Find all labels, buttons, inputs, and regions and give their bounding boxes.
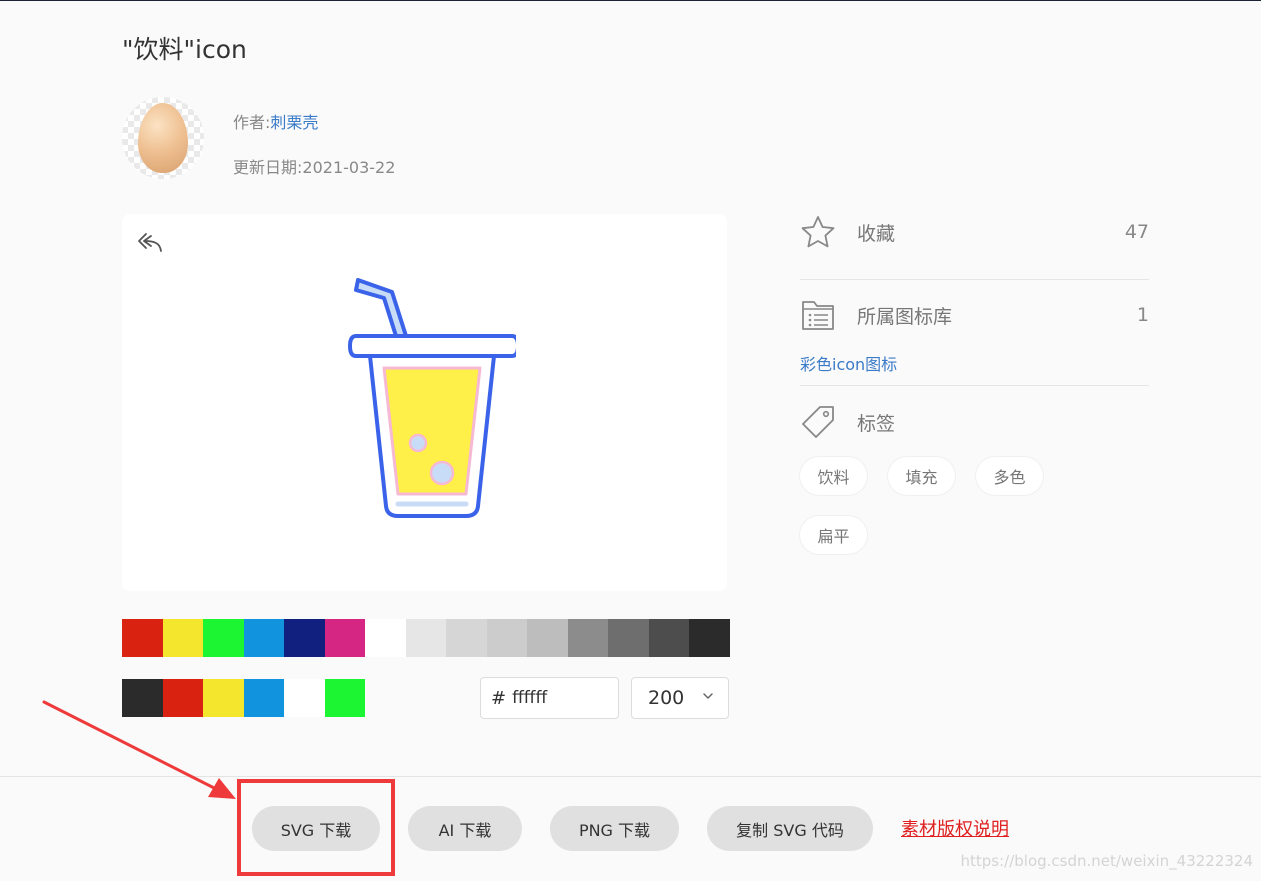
color-swatch[interactable] <box>405 619 446 657</box>
ai-download-button[interactable]: AI 下载 <box>408 806 522 851</box>
update-date: 2021-03-22 <box>302 158 396 177</box>
copy-svg-code-button[interactable]: 复制 SVG 代码 <box>707 806 873 851</box>
tags-row: 标签 <box>800 402 1149 442</box>
color-swatch[interactable] <box>162 619 203 657</box>
hex-color-input[interactable]: # <box>480 677 619 719</box>
favorite-count: 47 <box>1124 221 1149 243</box>
star-icon <box>801 216 835 248</box>
egg-avatar-image <box>138 103 188 173</box>
color-swatch[interactable] <box>486 619 527 657</box>
watermark: https://blog.csdn.net/weixin_43222324 <box>960 852 1253 870</box>
copyright-link[interactable]: 素材版权说明 <box>901 815 1009 841</box>
tag-chip[interactable]: 饮料 <box>800 457 867 495</box>
color-swatch[interactable] <box>284 619 325 657</box>
color-swatch[interactable] <box>324 679 365 717</box>
hex-color-field[interactable] <box>512 688 613 708</box>
tag-chip[interactable]: 填充 <box>888 457 955 495</box>
color-swatch[interactable] <box>446 619 487 657</box>
tag-chip[interactable]: 多色 <box>976 457 1043 495</box>
sidebar-divider-2 <box>800 385 1149 386</box>
library-row: 所属图标库 1 <box>800 295 1149 335</box>
color-swatch[interactable] <box>689 619 730 657</box>
color-swatch[interactable] <box>365 619 406 657</box>
color-swatch[interactable] <box>122 619 163 657</box>
color-swatch[interactable] <box>527 619 568 657</box>
color-swatch[interactable] <box>567 619 608 657</box>
icon-preview-panel <box>122 214 727 591</box>
page-title: "饮料"icon <box>122 35 247 64</box>
update-date-line: 更新日期:2021-03-22 <box>233 154 395 178</box>
color-swatch[interactable] <box>284 679 325 717</box>
sidebar-divider-1 <box>800 279 1149 280</box>
tag-chip[interactable]: 扁平 <box>800 516 867 554</box>
drink-icon <box>348 278 516 518</box>
color-swatch[interactable] <box>203 619 244 657</box>
favorite-row[interactable]: 收藏 47 <box>800 212 1149 252</box>
size-select[interactable]: 200 <box>631 677 729 719</box>
annotation-arrow-icon <box>42 700 236 799</box>
author-label: 作者: <box>233 113 271 132</box>
favorite-label: 收藏 <box>857 222 896 245</box>
color-swatch[interactable] <box>324 619 365 657</box>
folder-list-icon <box>802 301 834 330</box>
annotation-highlight-box <box>237 779 395 876</box>
color-swatch-row-1 <box>122 619 730 657</box>
library-link[interactable]: 彩色icon图标 <box>800 351 897 375</box>
hash-label: # <box>491 687 507 709</box>
color-swatch[interactable] <box>608 619 649 657</box>
color-swatch[interactable] <box>648 619 689 657</box>
avatar[interactable] <box>122 97 204 179</box>
chevron-down-icon <box>703 693 713 699</box>
tags-label: 标签 <box>857 412 896 435</box>
author-link[interactable]: 刺栗壳 <box>270 113 318 132</box>
top-border <box>0 0 1261 1</box>
author-line: 作者:刺栗壳 <box>233 109 318 133</box>
library-label: 所属图标库 <box>857 305 953 328</box>
tag-icon <box>802 406 834 438</box>
update-label: 更新日期: <box>233 158 303 177</box>
png-download-button[interactable]: PNG 下载 <box>550 806 679 851</box>
library-count: 1 <box>1136 304 1149 326</box>
color-swatch[interactable] <box>243 619 284 657</box>
undo-icon[interactable] <box>136 230 164 254</box>
size-select-value: 200 <box>648 687 685 709</box>
